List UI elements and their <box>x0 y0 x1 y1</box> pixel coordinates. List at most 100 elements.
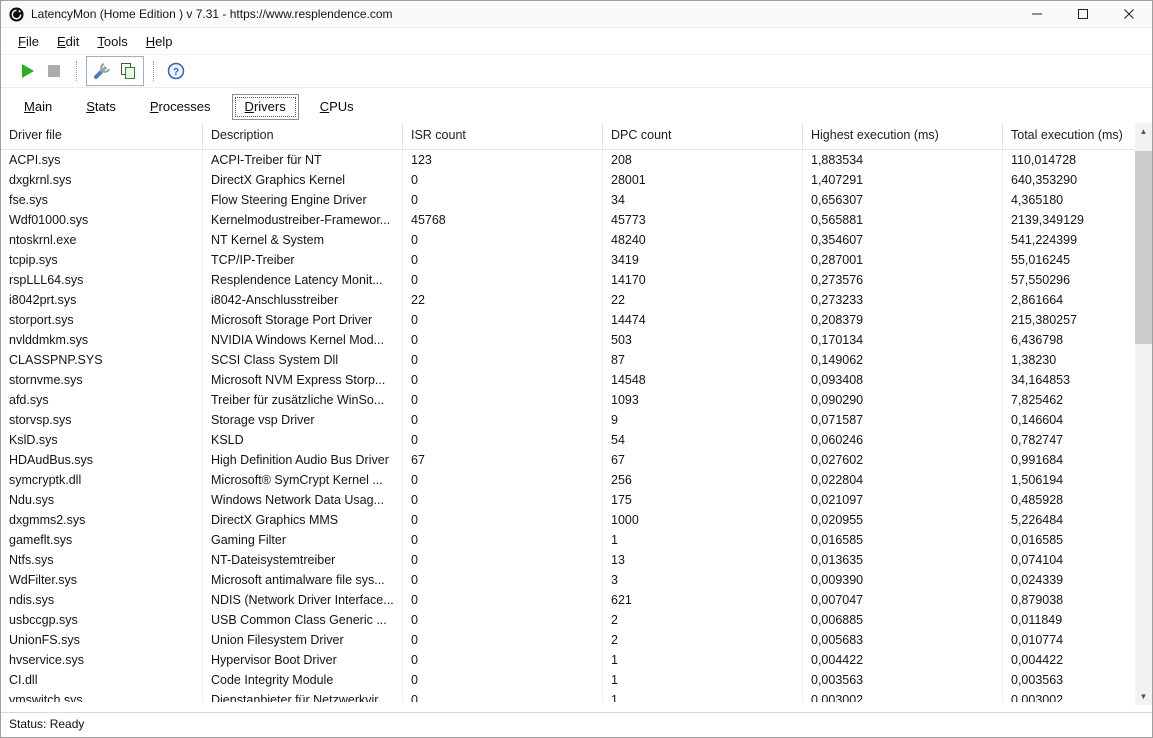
menu-item-help[interactable]: Help <box>137 32 182 51</box>
table-cell: 0 <box>403 370 603 390</box>
table-row[interactable]: tcpip.sys TCP/IP-Treiber 0 3419 0,287001 55,0… <box>1 250 1135 270</box>
table-cell: ndis.sys <box>1 590 203 610</box>
close-button[interactable] <box>1106 1 1152 27</box>
play-icon <box>22 64 34 78</box>
table-cell: Wdf01000.sys <box>1 210 203 230</box>
menu-item-tools[interactable]: Tools <box>88 32 136 51</box>
table-cell: 54 <box>603 430 803 450</box>
maximize-button[interactable] <box>1060 1 1106 27</box>
column-header-highest-execution-ms[interactable]: Highest execution (ms) <box>803 123 1003 149</box>
column-header-description[interactable]: Description <box>203 123 403 149</box>
table-row[interactable]: ACPI.sys ACPI-Treiber für NT 123 208 1,88353… <box>1 150 1135 170</box>
table-cell: symcryptk.dll <box>1 470 203 490</box>
table-row[interactable]: HDAudBus.sys High Definition Audio Bus Dr… <box>1 450 1135 470</box>
table-row[interactable]: afd.sys Treiber für zusätzliche WinSo... 0… <box>1 390 1135 410</box>
scroll-down-arrow[interactable]: ▼ <box>1135 688 1152 705</box>
copy-report-button[interactable] <box>115 58 141 84</box>
table-cell: hvservice.sys <box>1 650 203 670</box>
table-row[interactable]: i8042prt.sys i8042-Anschlusstreiber 22 22 0,… <box>1 290 1135 310</box>
table-cell: 0,020955 <box>803 510 1003 530</box>
table-cell: 0,003563 <box>803 670 1003 690</box>
table-cell: 1,883534 <box>803 150 1003 170</box>
vertical-scrollbar[interactable]: ▲ ▼ <box>1135 123 1152 705</box>
minimize-button[interactable] <box>1014 1 1060 27</box>
table-row[interactable]: Ndu.sys Windows Network Data Usag... 0 175 0… <box>1 490 1135 510</box>
column-header-total-execution-ms[interactable]: Total execution (ms) <box>1003 123 1135 149</box>
options-button[interactable] <box>89 58 115 84</box>
table-cell: 1000 <box>603 510 803 530</box>
drivers-table: Driver file Description ISR count DPC count… <box>1 123 1152 712</box>
table-row[interactable]: gameflt.sys Gaming Filter 0 1 0,016585 0,0165… <box>1 530 1135 550</box>
table-row[interactable]: Ntfs.sys NT-Dateisystemtreiber 0 13 0,013635… <box>1 550 1135 570</box>
table-row[interactable]: storport.sys Microsoft Storage Port Drive… <box>1 310 1135 330</box>
table-row[interactable]: KslD.sys KSLD 0 54 0,060246 0,782747 <box>1 430 1135 450</box>
table-cell: gameflt.sys <box>1 530 203 550</box>
start-monitor-button[interactable] <box>15 58 41 84</box>
stop-icon <box>48 65 60 77</box>
table-cell: 256 <box>603 470 803 490</box>
table-cell: 0,009390 <box>803 570 1003 590</box>
table-cell: Storage vsp Driver <box>203 410 403 430</box>
column-header-driver-file[interactable]: Driver file <box>1 123 203 149</box>
table-cell: 2 <box>603 630 803 650</box>
table-cell: TCP/IP-Treiber <box>203 250 403 270</box>
table-cell: Resplendence Latency Monit... <box>203 270 403 290</box>
table-row[interactable]: fse.sys Flow Steering Engine Driver 0 34 0,6… <box>1 190 1135 210</box>
stop-monitor-button[interactable] <box>41 58 67 84</box>
table-cell: SCSI Class System Dll <box>203 350 403 370</box>
table-row[interactable]: Wdf01000.sys Kernelmodustreiber-Framewor.… <box>1 210 1135 230</box>
table-row[interactable]: stornvme.sys Microsoft NVM Express Storp.… <box>1 370 1135 390</box>
table-cell: HDAudBus.sys <box>1 450 203 470</box>
table-cell: 1,407291 <box>803 170 1003 190</box>
table-cell: DirectX Graphics Kernel <box>203 170 403 190</box>
table-row[interactable]: vmswitch.sys Dienstanbieter für Netzwerkv… <box>1 690 1135 702</box>
table-row[interactable]: storvsp.sys Storage vsp Driver 0 9 0,071587 0… <box>1 410 1135 430</box>
table-cell: 0,007047 <box>803 590 1003 610</box>
menu-item-edit[interactable]: Edit <box>48 32 88 51</box>
scrollbar-thumb[interactable] <box>1135 151 1152 344</box>
table-cell: 0,060246 <box>803 430 1003 450</box>
table-cell: 0,022804 <box>803 470 1003 490</box>
table-row[interactable]: rspLLL64.sys Resplendence Latency Monit..… <box>1 270 1135 290</box>
table-cell: KSLD <box>203 430 403 450</box>
column-header-isr-count[interactable]: ISR count <box>403 123 603 149</box>
table-cell: WdFilter.sys <box>1 570 203 590</box>
table-cell: 14548 <box>603 370 803 390</box>
table-row[interactable]: UnionFS.sys Union Filesystem Driver 0 2 0,00… <box>1 630 1135 650</box>
table-cell: 0 <box>403 690 603 702</box>
table-cell: 0,170134 <box>803 330 1003 350</box>
menu-item-file[interactable]: File <box>9 32 48 51</box>
table-cell: storport.sys <box>1 310 203 330</box>
table-cell: Microsoft Storage Port Driver <box>203 310 403 330</box>
table-row[interactable]: ntoskrnl.exe NT Kernel & System 0 48240 0,35… <box>1 230 1135 250</box>
tab-drivers[interactable]: Drivers <box>231 94 299 120</box>
tab-processes[interactable]: Processes <box>137 94 224 120</box>
tab-stats[interactable]: Stats <box>73 94 129 120</box>
table-row[interactable]: ndis.sys NDIS (Network Driver Interface..… <box>1 590 1135 610</box>
table-cell: 0 <box>403 490 603 510</box>
table-row[interactable]: nvlddmkm.sys NVIDIA Windows Kernel Mod...… <box>1 330 1135 350</box>
table-cell: 0,991684 <box>1011 453 1064 467</box>
table-cell: Ndu.sys <box>1 490 203 510</box>
table-cell: Microsoft antimalware file sys... <box>203 570 403 590</box>
table-row[interactable]: WdFilter.sys Microsoft antimalware file s… <box>1 570 1135 590</box>
scroll-up-arrow[interactable]: ▲ <box>1135 123 1152 140</box>
tab-cpus[interactable]: CPUs <box>307 94 367 120</box>
help-button[interactable]: ? <box>163 58 189 84</box>
table-cell: 57,550296 <box>1011 273 1071 287</box>
table-row[interactable]: CI.dll Code Integrity Module 0 1 0,003563 0,0… <box>1 670 1135 690</box>
table-row[interactable]: CLASSPNP.SYS SCSI Class System Dll 0 87 0,14… <box>1 350 1135 370</box>
table-cell: 0,354607 <box>803 230 1003 250</box>
table-row[interactable]: hvservice.sys Hypervisor Boot Driver 0 1 0,0… <box>1 650 1135 670</box>
table-row[interactable]: usbccgp.sys USB Common Class Generic ... 0… <box>1 610 1135 630</box>
table-cell: 9 <box>603 410 803 430</box>
table-cell: 1 <box>603 530 803 550</box>
table-row[interactable]: dxgmms2.sys DirectX Graphics MMS 0 1000 0,02… <box>1 510 1135 530</box>
tab-main[interactable]: Main <box>11 94 65 120</box>
table-row[interactable]: symcryptk.dll Microsoft® SymCrypt Kernel … <box>1 470 1135 490</box>
table-cell: 0 <box>403 530 603 550</box>
status-bar: Status: Ready <box>1 712 1152 737</box>
table-cell: 22 <box>403 290 603 310</box>
table-row[interactable]: dxgkrnl.sys DirectX Graphics Kernel 0 28001… <box>1 170 1135 190</box>
column-header-dpc-count[interactable]: DPC count <box>603 123 803 149</box>
